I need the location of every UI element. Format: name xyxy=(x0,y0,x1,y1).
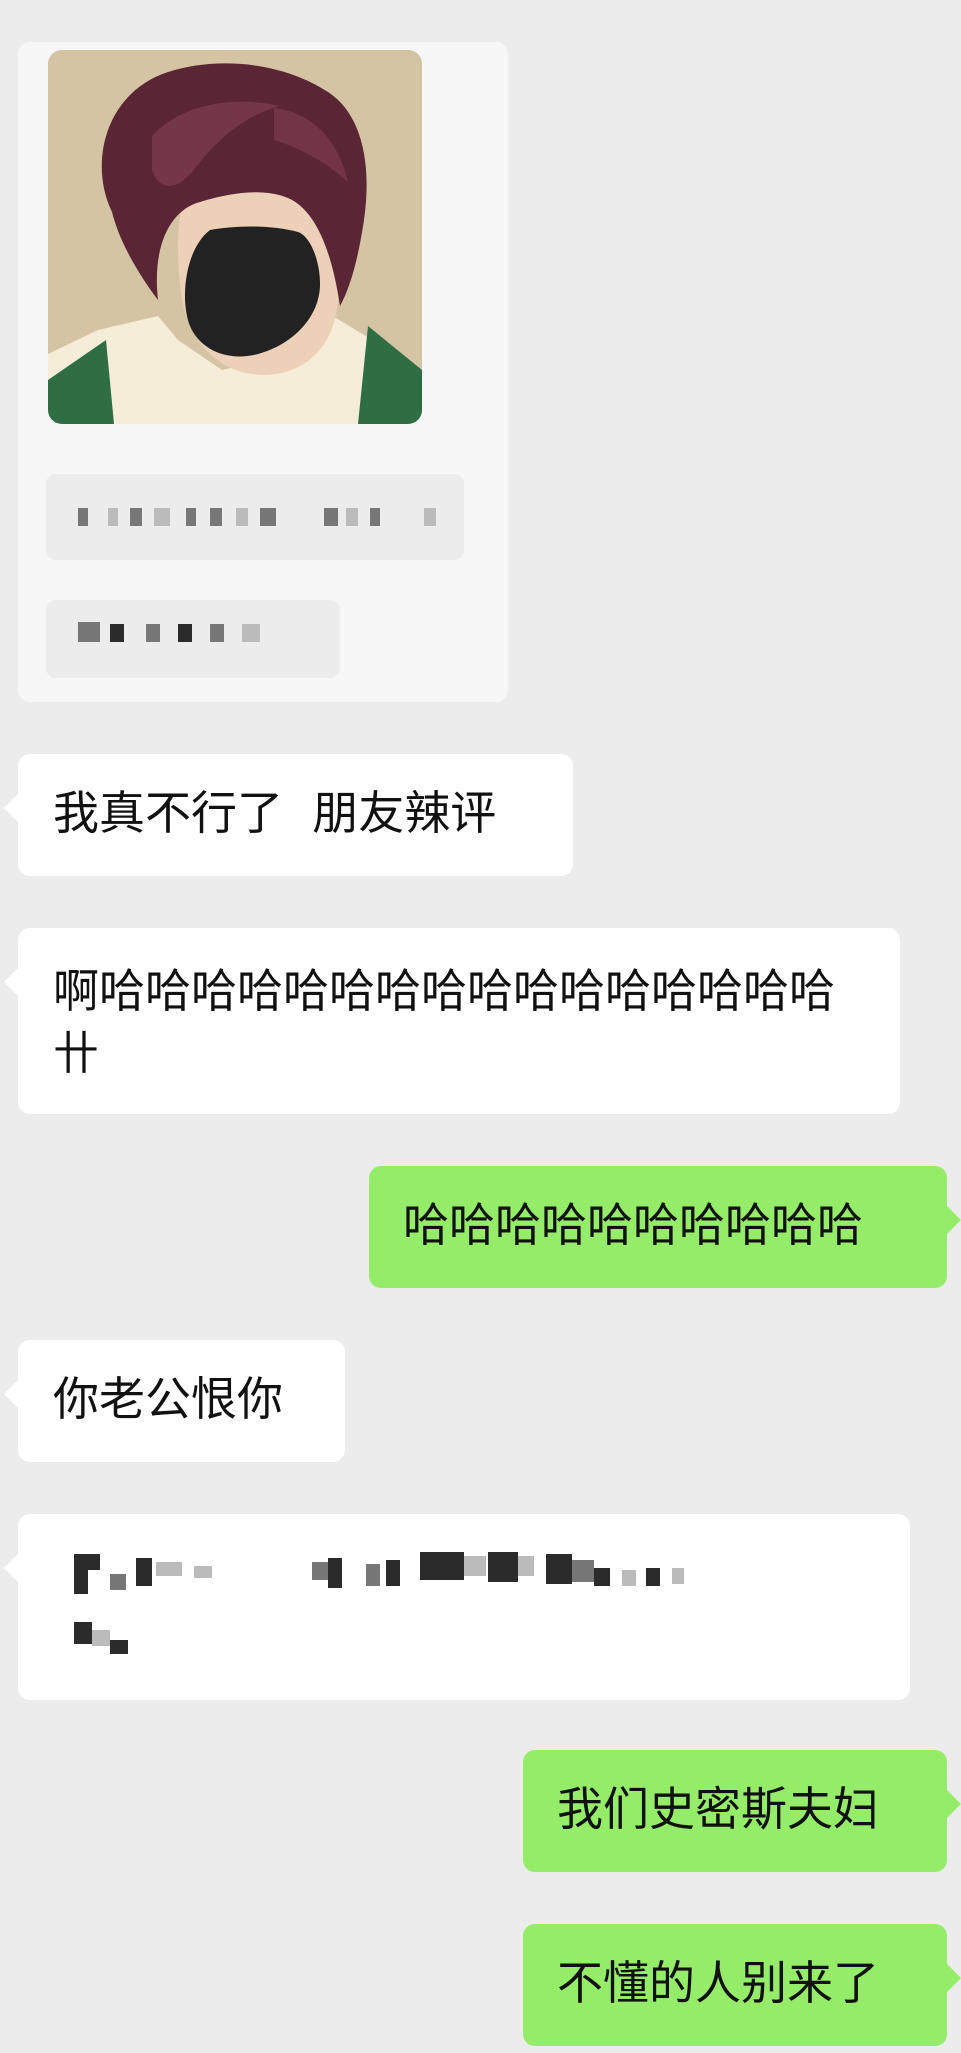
blurred-caption-2-pixel-4 xyxy=(178,624,192,642)
blurred-caption-line-1 xyxy=(46,474,464,560)
blurred-message-pixel-10 xyxy=(386,1560,400,1586)
chat-message-text: 我真不行了 朋友辣评 xyxy=(53,786,497,840)
profile-photo[interactable] xyxy=(48,50,422,424)
blurred-message-pixel-6 xyxy=(194,1566,212,1578)
blurred-message-pixel-4 xyxy=(136,1558,152,1586)
blurred-message-pixel-7 xyxy=(312,1562,328,1580)
chat-screen: { "messages": [ { "id": 1, "side": "left… xyxy=(0,0,961,2053)
blurred-caption-line-2 xyxy=(46,600,340,678)
blurred-message-pixel-5 xyxy=(156,1562,182,1576)
blurred-caption-2-pixel-1 xyxy=(78,622,100,642)
blurred-caption-1-pixel-5 xyxy=(186,508,196,526)
blurred-caption-2-pixel-5 xyxy=(210,624,224,642)
blurred-message-pixel-8 xyxy=(328,1558,342,1588)
blurred-message-pixel-11 xyxy=(420,1552,464,1580)
blurred-caption-1-pixel-1 xyxy=(78,508,88,526)
blurred-message-pixel-14 xyxy=(518,1556,534,1576)
chat-message-left-3[interactable]: 你老公恨你 xyxy=(4,1340,345,1462)
blurred-caption-1-pixel-8 xyxy=(260,508,276,526)
chat-message-text: 你老公恨你 xyxy=(53,1372,283,1426)
blurred-message-pixel-16 xyxy=(572,1560,594,1582)
blurred-message-pixel-17 xyxy=(594,1568,610,1586)
chat-message-left-2[interactable]: 啊哈哈哈哈哈哈哈哈哈哈哈哈哈哈哈哈卄 xyxy=(4,928,900,1114)
blurred-caption-1-pixel-2 xyxy=(108,508,118,526)
chat-message-left-blurred[interactable] xyxy=(4,1514,910,1700)
chat-message-right-2[interactable]: 我们史密斯夫妇 xyxy=(523,1750,961,1872)
chat-message-left-1[interactable]: 我真不行了 朋友辣评 xyxy=(4,754,573,876)
blurred-message-pixel-1 xyxy=(74,1554,88,1594)
blurred-caption-1-pixel-11 xyxy=(370,508,380,526)
chat-message-text: 哈哈哈哈哈哈哈哈哈哈 xyxy=(403,1198,863,1252)
blurred-caption-1-pixel-7 xyxy=(236,508,248,526)
blurred-message-pixel-3 xyxy=(110,1574,126,1590)
blurred-caption-2-pixel-3 xyxy=(146,624,160,642)
blurred-message-pixel-21 xyxy=(74,1622,92,1644)
blurred-message-pixel-18 xyxy=(622,1570,636,1586)
blurred-caption-1-pixel-4 xyxy=(154,508,170,526)
blurred-message-pixel-9 xyxy=(366,1564,380,1586)
blurred-message-pixel-2 xyxy=(88,1554,100,1570)
blurred-message-pixel-22 xyxy=(92,1630,110,1646)
blurred-message-pixel-13 xyxy=(488,1552,518,1582)
blurred-caption-2-pixel-6 xyxy=(242,624,260,642)
blurred-message-pixel-20 xyxy=(672,1568,684,1584)
blurred-message-pixel-19 xyxy=(646,1568,660,1586)
blurred-message-pixel-12 xyxy=(464,1556,486,1576)
chat-message-text: 啊哈哈哈哈哈哈哈哈哈哈哈哈哈哈哈哈卄 xyxy=(53,964,835,1080)
blurred-message-pixel-23 xyxy=(110,1640,128,1654)
profile-photo-image xyxy=(48,50,422,424)
blurred-caption-1-pixel-6 xyxy=(210,508,222,526)
shared-image-card[interactable] xyxy=(18,42,508,702)
chat-message-right-3[interactable]: 不懂的人别来了 xyxy=(523,1924,961,2046)
blurred-caption-1-pixel-9 xyxy=(324,508,338,526)
chat-message-text: 我们史密斯夫妇 xyxy=(557,1782,879,1836)
blurred-caption-1-pixel-3 xyxy=(130,508,142,526)
chat-message-text: 不懂的人别来了 xyxy=(557,1956,879,2010)
blurred-caption-2-pixel-2 xyxy=(110,624,124,642)
chat-message-right-1[interactable]: 哈哈哈哈哈哈哈哈哈哈 xyxy=(369,1166,961,1288)
blurred-caption-1-pixel-12 xyxy=(424,508,436,526)
blurred-caption-1-pixel-10 xyxy=(346,508,358,526)
blurred-message-pixel-15 xyxy=(546,1554,572,1584)
